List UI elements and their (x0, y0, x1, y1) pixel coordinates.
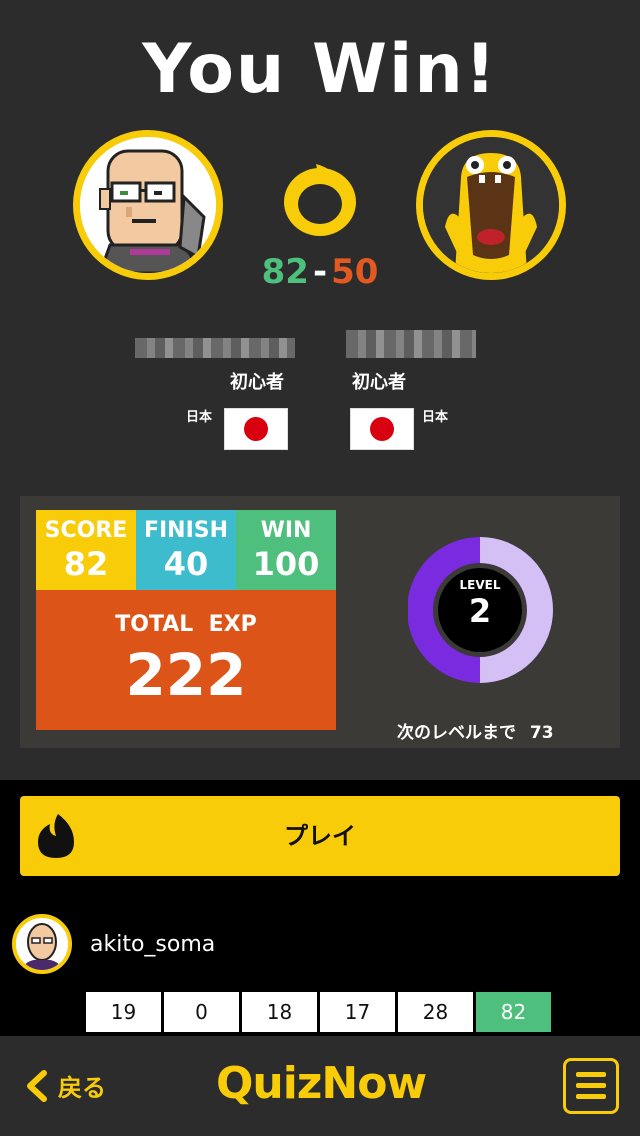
profile-username[interactable]: akito_soma (90, 932, 215, 957)
score-separator: - (312, 252, 328, 292)
score-value: 82 (63, 545, 109, 583)
player-score: 82 (261, 252, 309, 292)
match-score: 82-50 (230, 252, 410, 292)
win-cell: WIN 100 (236, 510, 336, 590)
opponent-monster-icon (423, 137, 559, 273)
score-label: SCORE (44, 518, 128, 543)
quiznow-flame-icon (278, 160, 362, 240)
finish-value: 40 (163, 545, 209, 583)
total-exp-cell: TOTAL EXP 222 (36, 590, 336, 730)
history-score-5: 28 (398, 992, 473, 1032)
back-label: 戻る (58, 1074, 106, 1102)
history-score-3: 18 (242, 992, 317, 1032)
total-exp-value: 222 (125, 641, 247, 709)
total-exp-label: TOTAL EXP (115, 612, 257, 637)
player-rank: 初心者 (230, 372, 284, 393)
level-value: 2 (468, 592, 492, 630)
quiznow-logo: QuizNow (216, 1058, 427, 1109)
player-avatar[interactable] (73, 130, 223, 280)
history-score-1: 19 (86, 992, 161, 1032)
player-flag-icon (224, 408, 288, 450)
opponent-rank: 初心者 (352, 372, 406, 393)
history-score-6: 82 (476, 992, 551, 1032)
result-title: You Win! (142, 30, 498, 109)
player-name-pixelated (135, 338, 295, 358)
finish-cell: FINISH 40 (136, 510, 236, 590)
history-score-2: 0 (164, 992, 239, 1032)
level-ring: LEVEL 2 (407, 530, 558, 690)
next-level-label: 次のレベルまで (397, 723, 516, 743)
opponent-country: 日本 (422, 410, 449, 425)
opponent-avatar[interactable] (416, 130, 566, 280)
profile-avatar[interactable] (12, 914, 72, 974)
history-score-4: 17 (320, 992, 395, 1032)
win-label: WIN (260, 518, 312, 543)
play-button[interactable]: プレイ (20, 796, 620, 876)
chevron-left-icon (27, 1069, 47, 1102)
finish-label: FINISH (143, 518, 229, 543)
player-face-icon (80, 137, 216, 273)
profile-face-icon (16, 918, 68, 970)
back-button[interactable]: 戻る (24, 1068, 106, 1103)
menu-icon (576, 1072, 606, 1077)
player-country: 日本 (186, 410, 213, 425)
win-value: 100 (252, 545, 320, 583)
play-label: プレイ (284, 822, 356, 850)
next-level-value: 73 (529, 723, 554, 743)
level-label: LEVEL (459, 578, 501, 592)
menu-button[interactable] (563, 1058, 619, 1114)
score-cell: SCORE 82 (36, 510, 136, 590)
opponent-name-pixelated (346, 330, 476, 358)
opponent-flag-icon (350, 408, 414, 450)
next-level-info: 次のレベルまで 73 (397, 718, 554, 743)
opponent-score: 50 (331, 252, 379, 292)
